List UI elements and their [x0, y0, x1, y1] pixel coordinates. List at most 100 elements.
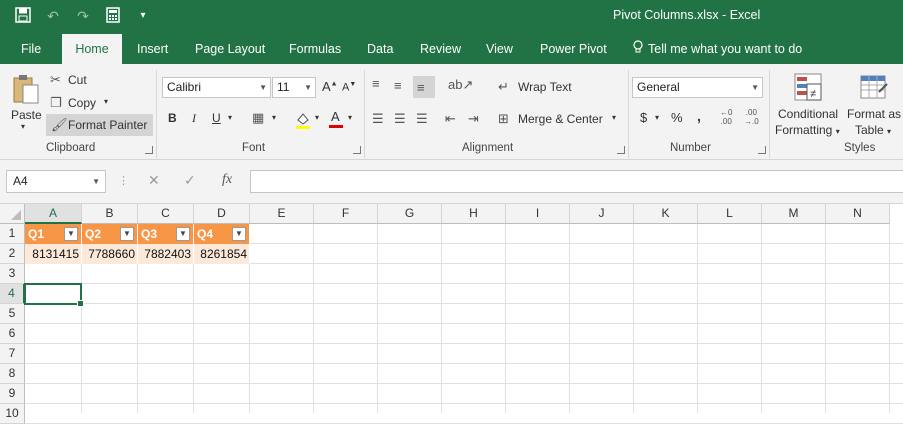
font-color-icon[interactable]: A [328, 109, 344, 129]
filter-dropdown-icon[interactable]: ▼ [176, 227, 190, 241]
align-left-icon[interactable]: ☰ [372, 111, 384, 127]
wrap-text-button[interactable]: ↵ Wrap Text [498, 78, 578, 98]
row-header-10[interactable]: 10 [0, 404, 25, 424]
column-header-j[interactable]: J [570, 204, 634, 224]
paste-button[interactable]: Paste ▾ [8, 72, 44, 136]
row-header-4[interactable]: 4 [0, 284, 25, 304]
table-header-cell[interactable]: Q4 ▼ [194, 224, 250, 244]
font-launcher-icon[interactable] [353, 146, 361, 154]
align-center-icon[interactable]: ☰ [394, 111, 406, 127]
tell-me-search[interactable]: Tell me what you want to do [633, 34, 802, 64]
formula-input[interactable] [250, 170, 903, 193]
tab-home[interactable]: Home [62, 34, 122, 64]
decrease-indent-icon[interactable]: ⇤ [445, 111, 456, 127]
row-header-8[interactable]: 8 [0, 364, 25, 384]
increase-decimal-icon[interactable]: ←0.00 [720, 108, 732, 126]
bold-button[interactable]: B [168, 111, 177, 125]
table-cell[interactable]: 8131415 [25, 244, 82, 264]
chevron-down-icon[interactable]: ▾ [348, 113, 352, 122]
align-middle-icon[interactable]: ≡ [394, 78, 402, 94]
column-header-b[interactable]: B [82, 204, 138, 224]
currency-button[interactable]: $ [640, 110, 647, 125]
column-header-f[interactable]: F [314, 204, 378, 224]
italic-button[interactable]: I [192, 111, 196, 126]
align-top-icon[interactable]: ≡ [372, 76, 380, 92]
table-cell[interactable]: 8261854 [194, 244, 250, 264]
cancel-icon[interactable]: ✕ [148, 172, 160, 189]
increase-font-icon[interactable]: A▲ [322, 79, 338, 94]
number-format-select[interactable]: General ▼ [632, 77, 763, 98]
number-launcher-icon[interactable] [758, 146, 766, 154]
row-header-7[interactable]: 7 [0, 344, 25, 364]
row-header-6[interactable]: 6 [0, 324, 25, 344]
chevron-down-icon[interactable]: ▾ [315, 113, 319, 122]
fill-color-icon[interactable] [295, 110, 311, 130]
borders-icon[interactable]: ▦ [252, 110, 264, 126]
insert-function-icon[interactable]: fx [222, 172, 232, 188]
comma-button[interactable]: , [697, 108, 701, 124]
align-bottom-button[interactable]: ≡ [413, 76, 435, 98]
tab-file[interactable]: File [21, 34, 41, 64]
format-painter-button[interactable]: 🖌 Format Painter [46, 114, 153, 136]
tab-review[interactable]: Review [420, 34, 461, 64]
active-cell-selection[interactable] [24, 283, 84, 307]
column-header-d[interactable]: D [194, 204, 250, 224]
column-header-n[interactable]: N [826, 204, 890, 224]
tab-page-layout[interactable]: Page Layout [195, 34, 265, 64]
copy-button[interactable]: ❐ Copy ▾ [48, 93, 118, 113]
column-header-c[interactable]: C [138, 204, 194, 224]
row-header-2[interactable]: 2 [0, 244, 25, 264]
row-header-9[interactable]: 9 [0, 384, 25, 404]
tab-insert[interactable]: Insert [137, 34, 168, 64]
table-header-cell[interactable]: Q3 ▼ [138, 224, 194, 244]
filter-dropdown-icon[interactable]: ▼ [120, 227, 134, 241]
chevron-down-icon[interactable]: ▾ [655, 113, 659, 122]
conditional-formatting-button[interactable]: ≠ Conditional Formatting ▾ [773, 70, 843, 140]
column-header-i[interactable]: I [506, 204, 570, 224]
cut-button[interactable]: ✂ Cut [48, 70, 98, 90]
filter-dropdown-icon[interactable]: ▼ [64, 227, 78, 241]
table-cell[interactable]: 7788660 [82, 244, 138, 264]
column-header-h[interactable]: H [442, 204, 506, 224]
enter-icon[interactable]: ✓ [184, 172, 196, 189]
column-header-l[interactable]: L [698, 204, 762, 224]
filter-dropdown-icon[interactable]: ▼ [232, 227, 246, 241]
tab-view[interactable]: View [486, 34, 513, 64]
percent-button[interactable]: % [671, 110, 683, 125]
tab-formulas[interactable]: Formulas [289, 34, 341, 64]
format-as-table-button[interactable]: Format as Table ▾ [845, 70, 903, 140]
name-box[interactable]: A4 ▼ [6, 170, 106, 193]
save-icon[interactable] [14, 7, 32, 25]
select-all-button[interactable] [0, 204, 25, 224]
chevron-down-icon[interactable]: ▾ [272, 113, 276, 122]
column-header-k[interactable]: K [634, 204, 698, 224]
decrease-font-icon[interactable]: A▼ [342, 81, 356, 94]
row-header-3[interactable]: 3 [0, 264, 25, 284]
undo-icon[interactable]: ↶ [44, 7, 62, 25]
row-header-5[interactable]: 5 [0, 304, 25, 324]
calculator-icon[interactable] [104, 7, 122, 25]
merge-center-button[interactable]: ⊞ Merge & Center ▾ [498, 110, 623, 130]
clipboard-launcher-icon[interactable] [145, 146, 153, 154]
column-header-a[interactable]: A [25, 204, 82, 224]
row-header-1[interactable]: 1 [0, 224, 25, 244]
column-header-e[interactable]: E [250, 204, 314, 224]
tab-data[interactable]: Data [367, 34, 393, 64]
table-header-cell[interactable]: Q2 ▼ [82, 224, 138, 244]
table-cell[interactable]: 7882403 [138, 244, 194, 264]
redo-icon[interactable]: ↷ [74, 7, 92, 25]
column-header-m[interactable]: M [762, 204, 826, 224]
column-header-g[interactable]: G [378, 204, 442, 224]
orientation-icon[interactable]: ab↗ [448, 77, 473, 93]
decrease-decimal-icon[interactable]: .00 →.0 [744, 108, 759, 126]
font-size-select[interactable]: 11 ▼ [272, 77, 316, 98]
font-name-select[interactable]: Calibri ▼ [162, 77, 271, 98]
alignment-launcher-icon[interactable] [617, 146, 625, 154]
increase-indent-icon[interactable]: ⇥ [468, 111, 479, 127]
chevron-down-icon[interactable]: ▾ [228, 113, 232, 122]
tab-power-pivot[interactable]: Power Pivot [540, 34, 607, 64]
underline-button[interactable]: U [212, 111, 221, 125]
table-header-cell[interactable]: Q1 ▼ [25, 224, 82, 244]
customize-icon[interactable]: ▾ [134, 7, 152, 25]
align-right-icon[interactable]: ☰ [416, 111, 428, 127]
